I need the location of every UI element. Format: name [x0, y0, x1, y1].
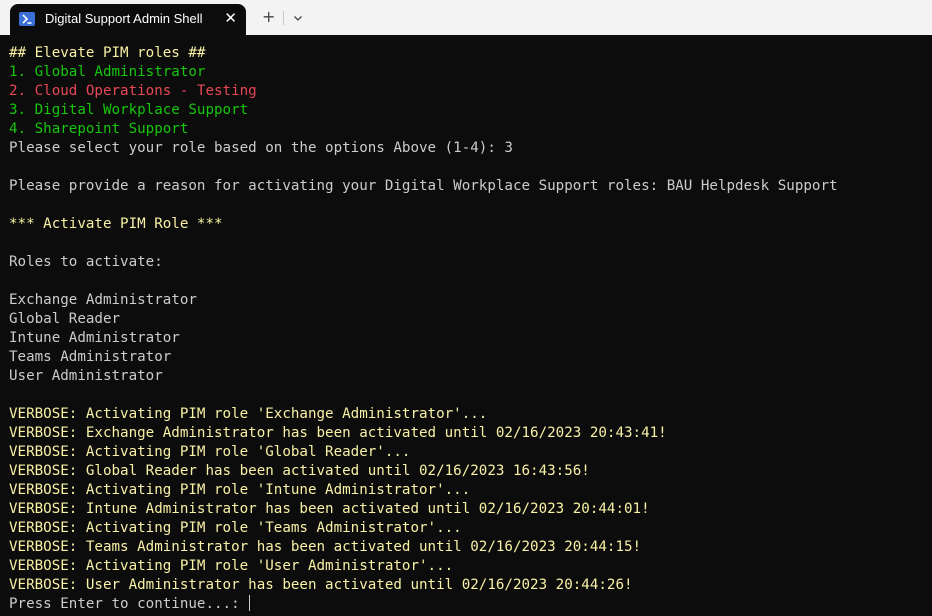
terminal-line: VERBOSE: Global Reader has been activate… [9, 463, 590, 479]
text-cursor [249, 595, 251, 611]
terminal-line: VERBOSE: Activating PIM role 'User Admin… [9, 558, 454, 574]
prompt-text: Press Enter to continue...: [9, 596, 249, 612]
terminal-line: *** Activate PIM Role *** [9, 216, 223, 232]
terminal-line: Please select your role based on the opt… [9, 140, 513, 156]
terminal-line: VERBOSE: Exchange Administrator has been… [9, 425, 667, 441]
tab-title: Digital Support Admin Shell [45, 11, 203, 26]
terminal-line: VERBOSE: Activating PIM role 'Exchange A… [9, 406, 488, 422]
terminal-line: User Administrator [9, 368, 163, 384]
powershell-icon [19, 12, 35, 26]
terminal-line: 2. Cloud Operations - Testing [9, 83, 257, 99]
new-tab-button[interactable]: + [262, 8, 275, 26]
terminal-line: VERBOSE: Intune Administrator has been a… [9, 501, 650, 517]
toolbar-divider [283, 11, 284, 25]
terminal-line: Please provide a reason for activating y… [9, 178, 838, 194]
terminal-output[interactable]: ## Elevate PIM roles ## 1. Global Adminis… [0, 35, 932, 616]
terminal-line: Intune Administrator [9, 330, 180, 346]
terminal-line: Roles to activate: [9, 254, 163, 270]
terminal-line: 1. Global Administrator [9, 64, 206, 80]
terminal-line: Global Reader [9, 311, 121, 327]
terminal-line: VERBOSE: Teams Administrator has been ac… [9, 539, 642, 555]
tab-digital-support-admin-shell[interactable]: Digital Support Admin Shell ✕ [10, 4, 246, 35]
terminal-line: ## Elevate PIM roles ## [9, 45, 206, 61]
terminal-line: VERBOSE: User Administrator has been act… [9, 577, 633, 593]
terminal-line: 4. Sharepoint Support [9, 121, 189, 137]
terminal-lines: ## Elevate PIM roles ## 1. Global Adminis… [9, 44, 838, 614]
terminal-line: Teams Administrator [9, 349, 172, 365]
terminal-line: VERBOSE: Activating PIM role 'Global Rea… [9, 444, 411, 460]
chevron-down-icon[interactable] [292, 9, 304, 28]
terminal-line: VERBOSE: Activating PIM role 'Intune Adm… [9, 482, 471, 498]
terminal-prompt-line[interactable]: Press Enter to continue...: [9, 595, 838, 614]
terminal-line: Exchange Administrator [9, 292, 197, 308]
close-tab-icon[interactable]: ✕ [224, 9, 237, 27]
terminal-line: VERBOSE: Activating PIM role 'Teams Admi… [9, 520, 462, 536]
title-bar: Digital Support Admin Shell ✕ + [0, 0, 932, 35]
terminal-line: 3. Digital Workplace Support [9, 102, 249, 118]
